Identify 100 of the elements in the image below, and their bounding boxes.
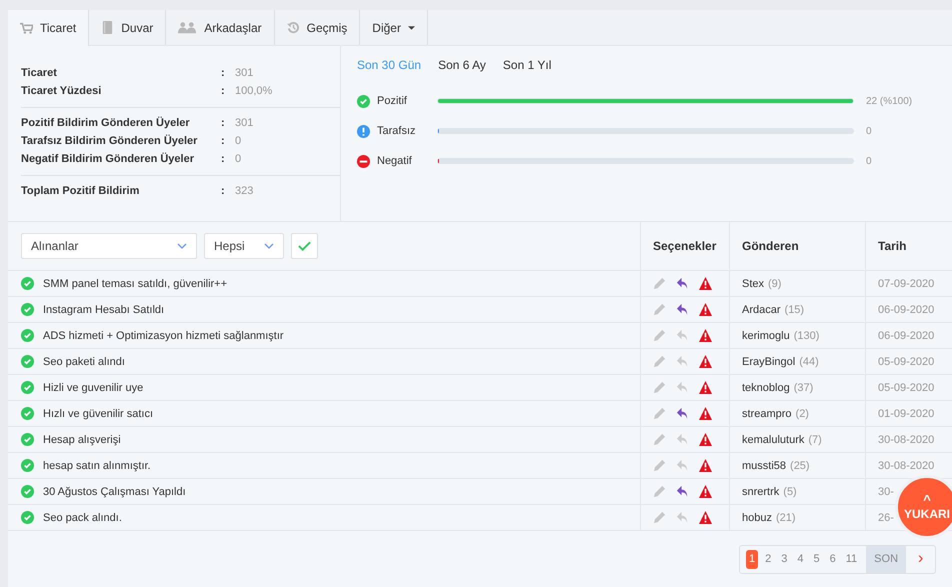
sender-count: (130) (794, 330, 820, 342)
warning-icon[interactable] (699, 485, 712, 498)
warning-icon[interactable] (699, 303, 712, 316)
tab[interactable]: Duvar (89, 10, 166, 45)
reply-icon[interactable] (676, 407, 689, 420)
chevron-down-icon (177, 243, 187, 249)
check-circle-icon (21, 433, 34, 446)
warning-icon[interactable] (699, 277, 712, 290)
sender-count: (15) (784, 304, 804, 316)
tab[interactable]: Diğer (360, 10, 428, 45)
date-text: 30-08-2020 (878, 434, 934, 446)
rating-count: 0 (866, 156, 872, 166)
period-tab[interactable]: Son 1 Yıl (502, 58, 552, 72)
checkmark-icon (298, 241, 311, 251)
chevron-down-icon (264, 243, 274, 249)
pencil-icon[interactable] (653, 433, 666, 446)
period-tab[interactable]: Son 30 Gün (357, 58, 422, 72)
check-circle-icon (21, 355, 34, 368)
page-button[interactable]: 3 (776, 546, 792, 572)
sender-count: (9) (768, 278, 782, 290)
pencil-icon[interactable] (653, 329, 666, 342)
tab[interactable]: Geçmiş (274, 10, 360, 45)
rating-count: 0 (866, 126, 872, 136)
stat-separator: : (221, 85, 226, 97)
feedback-subject: Instagram Hesabı Satıldı (43, 304, 164, 316)
feedback-subject: Hızlı ve güvenilir satıcı (43, 408, 154, 420)
history-icon (286, 21, 300, 34)
warning-icon[interactable] (699, 381, 712, 394)
stat-label: Toplam Pozitif Bildirim (21, 185, 140, 197)
tab[interactable]: Arkadaşlar (166, 10, 275, 45)
check-circle-icon (21, 511, 34, 524)
pencil-icon[interactable] (653, 303, 666, 316)
sender-count: (21) (776, 512, 796, 524)
feedback-subject: Hesap alışverişi (43, 434, 121, 446)
stat-label: Ticaret (21, 67, 58, 79)
warning-icon[interactable] (699, 433, 712, 446)
pencil-icon[interactable] (653, 485, 666, 498)
page-button[interactable]: 6 (824, 546, 841, 572)
minus-circle-icon (357, 154, 370, 168)
stat-separator: : (221, 153, 226, 165)
pencil-icon[interactable] (653, 511, 666, 524)
reply-icon[interactable] (676, 485, 689, 498)
scope-dropdown[interactable]: Hepsi (204, 233, 284, 259)
sender-name: ErayBingol (742, 356, 796, 368)
check-circle-icon (21, 485, 34, 498)
cart-icon (20, 22, 33, 34)
page-button[interactable]: 5 (808, 546, 825, 572)
column-header: Gönderen (730, 222, 866, 270)
sender-count: (25) (790, 460, 810, 472)
stat-label: Negatif Bildirim Gönderen Üyeler (21, 153, 195, 165)
check-circle-icon (21, 303, 34, 316)
feedback-subject: SMM panel teması satıldı, güvenilir++ (43, 278, 228, 290)
date-text: 05-09-2020 (878, 382, 934, 394)
warning-icon[interactable] (699, 355, 712, 368)
type-dropdown[interactable]: Alınanlar (21, 233, 197, 259)
warning-icon[interactable] (699, 511, 712, 524)
period-tab[interactable]: Son 6 Ay (438, 58, 486, 72)
stat-value: 0 (235, 153, 242, 165)
sender-count: (5) (783, 486, 797, 498)
sender-name: hobuz (742, 512, 772, 524)
reply-icon[interactable] (676, 303, 689, 316)
rating-label: Pozitif (377, 95, 408, 107)
reply-icon[interactable] (676, 277, 689, 290)
page-button[interactable]: 2 (760, 546, 776, 572)
stat-label: Tarafsız Bildirim Gönderen Üyeler (21, 135, 198, 147)
warning-icon[interactable] (699, 407, 712, 420)
warning-icon[interactable] (699, 329, 712, 342)
check-circle-icon (357, 94, 370, 108)
warning-icon[interactable] (699, 459, 712, 472)
sender-name: Ardacar (742, 304, 781, 316)
feedback-subject: Seo pack alındı. (43, 512, 122, 524)
stat-value: 100,0% (235, 85, 272, 97)
caret-icon (408, 26, 415, 30)
date-text: 26- (878, 512, 894, 524)
date-text: 06-09-2020 (878, 304, 934, 316)
exclamation-circle-icon (357, 124, 370, 138)
last-page-button[interactable]: SON (866, 546, 906, 572)
stat-separator: : (221, 185, 226, 197)
column-header: Tarih (877, 238, 908, 255)
pencil-icon[interactable] (653, 355, 666, 368)
sender-name: kemaluluturk (742, 434, 804, 446)
apply-button[interactable] (291, 233, 318, 259)
sender-name: streampro (742, 408, 792, 420)
stat-separator: : (221, 67, 226, 79)
rating-label: Tarafsız (377, 125, 417, 137)
feedback-subject: Hizli ve guvenilir uye (43, 382, 144, 394)
check-circle-icon (21, 459, 34, 472)
pencil-icon[interactable] (653, 277, 666, 290)
page-button[interactable]: 1 (746, 550, 758, 568)
sender-count: (2) (796, 408, 809, 420)
page-button[interactable]: 11 (840, 546, 862, 572)
page-button[interactable]: 4 (792, 546, 808, 572)
stat-value: 301 (235, 117, 254, 129)
pencil-icon[interactable] (653, 407, 666, 420)
pencil-icon[interactable] (653, 459, 666, 472)
pencil-icon[interactable] (653, 381, 666, 394)
feedback-subject: Seo paketi alındı (43, 356, 125, 368)
tab[interactable]: Ticaret (8, 10, 90, 46)
date-text: 01-09-2020 (878, 408, 934, 420)
next-page-button[interactable]: › (906, 546, 936, 572)
